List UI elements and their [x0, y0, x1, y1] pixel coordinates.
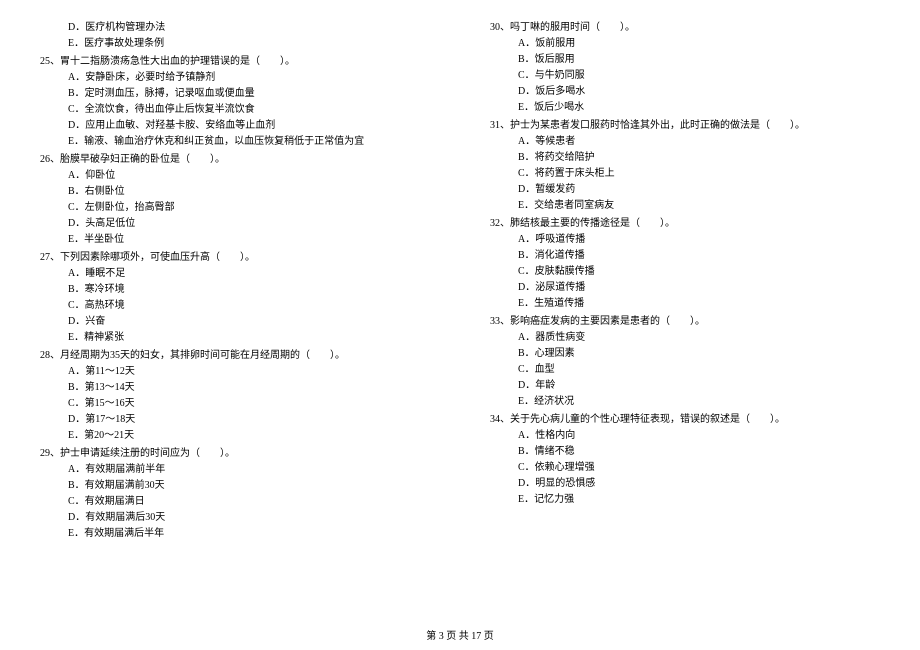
option-text: C．皮肤黏膜传播 [490, 264, 880, 280]
question-stem: 31、护士为某患者发口服药时恰逢其外出，此时正确的做法是（ ）。 [490, 118, 880, 134]
question-stem: 34、关于先心病儿童的个性心理特征表现，错误的叙述是（ ）。 [490, 412, 880, 428]
question-block: 27、下列因素除哪项外，可使血压升高（ ）。 A．睡眠不足 B．寒冷环境 C．高… [40, 250, 430, 346]
option-text: A．饭前服用 [490, 36, 880, 52]
option-text: B．定时测血压，脉搏，记录呕血或便血量 [40, 86, 430, 102]
question-block: 28、月经周期为35天的妇女，其排卵时间可能在月经周期的（ ）。 A．第11～1… [40, 348, 430, 444]
option-text: A．睡眠不足 [40, 266, 430, 282]
option-text: C．与牛奶同服 [490, 68, 880, 84]
question-block: 33、影响癌症发病的主要因素是患者的（ ）。 A．器质性病变 B．心理因素 C．… [490, 314, 880, 410]
question-block: 30、吗丁啉的服用时间（ ）。 A．饭前服用 B．饭后服用 C．与牛奶同服 D．… [490, 20, 880, 116]
option-text: A．安静卧床，必要时给予镇静剂 [40, 70, 430, 86]
option-text: D．应用止血敏、对羟基卡胺、安络血等止血剂 [40, 118, 430, 134]
option-text: E．有效期届满后半年 [40, 526, 430, 542]
option-text: C．有效期届满日 [40, 494, 430, 510]
question-number: 26、 [40, 154, 60, 165]
question-text: 胃十二指肠溃疡急性大出血的护理错误的是（ ）。 [60, 56, 295, 67]
question-number: 27、 [40, 252, 60, 263]
option-text: E．第20～21天 [40, 428, 430, 444]
question-stem: 26、胎膜早破孕妇正确的卧位是（ ）。 [40, 152, 430, 168]
question-stem: 30、吗丁啉的服用时间（ ）。 [490, 20, 880, 36]
question-stem: 25、胃十二指肠溃疡急性大出血的护理错误的是（ ）。 [40, 54, 430, 70]
question-stem: 28、月经周期为35天的妇女，其排卵时间可能在月经周期的（ ）。 [40, 348, 430, 364]
question-stem: 27、下列因素除哪项外，可使血压升高（ ）。 [40, 250, 430, 266]
question-number: 31、 [490, 120, 510, 131]
question-stem: 32、肺结核最主要的传播途径是（ ）。 [490, 216, 880, 232]
question-text: 肺结核最主要的传播途径是（ ）。 [510, 218, 675, 229]
question-number: 28、 [40, 350, 60, 361]
option-text: C．第15～16天 [40, 396, 430, 412]
orphan-options-block: D．医疗机构管理办法 E．医疗事故处理条例 [40, 20, 430, 52]
option-text: D．年龄 [490, 378, 880, 394]
option-text: B．将药交给陪护 [490, 150, 880, 166]
option-text: B．有效期届满前30天 [40, 478, 430, 494]
option-text: E．精神紧张 [40, 330, 430, 346]
option-text: E．交给患者同室病友 [490, 198, 880, 214]
option-text: C．依赖心理增强 [490, 460, 880, 476]
question-stem: 33、影响癌症发病的主要因素是患者的（ ）。 [490, 314, 880, 330]
option-text: C．左侧卧位，抬高臀部 [40, 200, 430, 216]
question-block: 25、胃十二指肠溃疡急性大出血的护理错误的是（ ）。 A．安静卧床，必要时给予镇… [40, 54, 430, 150]
option-text: E．生殖道传播 [490, 296, 880, 312]
question-text: 吗丁啉的服用时间（ ）。 [510, 22, 635, 33]
question-block: 31、护士为某患者发口服药时恰逢其外出，此时正确的做法是（ ）。 A．等候患者 … [490, 118, 880, 214]
option-text: A．仰卧位 [40, 168, 430, 184]
option-text: A．有效期届满前半年 [40, 462, 430, 478]
option-text: C．高热环境 [40, 298, 430, 314]
option-text: E．饭后少喝水 [490, 100, 880, 116]
option-text: B．心理因素 [490, 346, 880, 362]
option-text: D．头高足低位 [40, 216, 430, 232]
question-number: 29、 [40, 448, 60, 459]
option-text: D．第17～18天 [40, 412, 430, 428]
question-block: 34、关于先心病儿童的个性心理特征表现，错误的叙述是（ ）。 A．性格内向 B．… [490, 412, 880, 508]
question-number: 33、 [490, 316, 510, 327]
option-text: D．暂缓发药 [490, 182, 880, 198]
exam-page: D．医疗机构管理办法 E．医疗事故处理条例 25、胃十二指肠溃疡急性大出血的护理… [0, 0, 920, 610]
option-text: D．泌尿道传播 [490, 280, 880, 296]
option-text: E．半坐卧位 [40, 232, 430, 248]
page-footer: 第 3 页 共 17 页 [0, 627, 920, 642]
question-number: 34、 [490, 414, 510, 425]
option-text: A．第11～12天 [40, 364, 430, 380]
option-text: D．医疗机构管理办法 [40, 20, 430, 36]
option-text: E．经济状况 [490, 394, 880, 410]
question-block: 32、肺结核最主要的传播途径是（ ）。 A．呼吸道传播 B．消化道传播 C．皮肤… [490, 216, 880, 312]
option-text: E．医疗事故处理条例 [40, 36, 430, 52]
question-number: 25、 [40, 56, 60, 67]
option-text: A．等候患者 [490, 134, 880, 150]
option-text: A．器质性病变 [490, 330, 880, 346]
option-text: C．将药置于床头柜上 [490, 166, 880, 182]
question-text: 护士为某患者发口服药时恰逢其外出，此时正确的做法是（ ）。 [510, 120, 805, 131]
option-text: B．右侧卧位 [40, 184, 430, 200]
question-stem: 29、护士申请延续注册的时间应为（ ）。 [40, 446, 430, 462]
question-block: 29、护士申请延续注册的时间应为（ ）。 A．有效期届满前半年 B．有效期届满前… [40, 446, 430, 542]
option-text: D．明显的恐惧感 [490, 476, 880, 492]
question-number: 32、 [490, 218, 510, 229]
option-text: C．血型 [490, 362, 880, 378]
option-text: D．饭后多喝水 [490, 84, 880, 100]
option-text: A．呼吸道传播 [490, 232, 880, 248]
option-text: C．全流饮食，待出血停止后恢复半流饮食 [40, 102, 430, 118]
option-text: E．记忆力强 [490, 492, 880, 508]
option-text: E．输液、输血治疗休克和纠正贫血，以血压恢复稍低于正常值为宜 [40, 134, 430, 150]
option-text: B．第13～14天 [40, 380, 430, 396]
question-text: 关于先心病儿童的个性心理特征表现，错误的叙述是（ ）。 [510, 414, 785, 425]
option-text: A．性格内向 [490, 428, 880, 444]
question-text: 胎膜早破孕妇正确的卧位是（ ）。 [60, 154, 225, 165]
question-text: 影响癌症发病的主要因素是患者的（ ）。 [510, 316, 705, 327]
option-text: B．饭后服用 [490, 52, 880, 68]
question-text: 下列因素除哪项外，可使血压升高（ ）。 [60, 252, 255, 263]
option-text: B．情绪不稳 [490, 444, 880, 460]
option-text: D．兴奋 [40, 314, 430, 330]
question-text: 月经周期为35天的妇女，其排卵时间可能在月经周期的（ ）。 [60, 350, 345, 361]
question-text: 护士申请延续注册的时间应为（ ）。 [60, 448, 235, 459]
option-text: B．寒冷环境 [40, 282, 430, 298]
question-block: 26、胎膜早破孕妇正确的卧位是（ ）。 A．仰卧位 B．右侧卧位 C．左侧卧位，… [40, 152, 430, 248]
question-number: 30、 [490, 22, 510, 33]
option-text: D．有效期届满后30天 [40, 510, 430, 526]
option-text: B．消化道传播 [490, 248, 880, 264]
